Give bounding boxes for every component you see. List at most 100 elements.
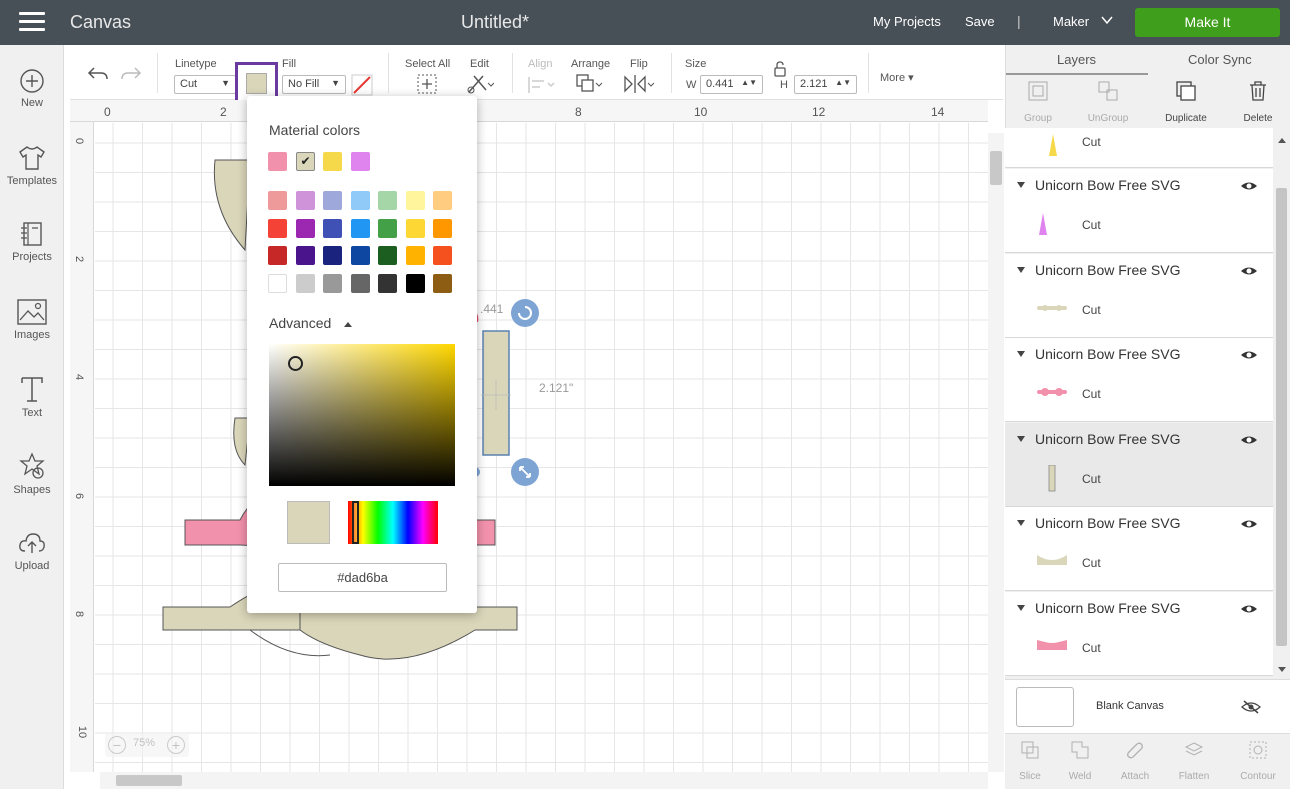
make-it-button[interactable]: Make It [1135, 8, 1280, 37]
palette-color-swatch[interactable] [323, 191, 342, 210]
palette-color-swatch[interactable] [405, 273, 425, 293]
width-input[interactable]: 0.441 ▲▼ [700, 75, 763, 94]
slice-button[interactable]: Slice [1005, 740, 1055, 782]
chevron-down-icon[interactable] [1101, 14, 1113, 26]
tab-layers[interactable]: Layers [1057, 52, 1096, 67]
palette-color-swatch[interactable] [405, 246, 425, 265]
bow-loop-shape[interactable] [213, 159, 251, 252]
eye-icon[interactable] [1240, 602, 1258, 616]
select-all-label[interactable]: Select All [405, 58, 450, 70]
palette-color-swatch[interactable] [433, 191, 452, 210]
collapse-caret-icon[interactable] [1017, 266, 1025, 273]
select-all-icon[interactable] [416, 73, 438, 95]
collapse-caret-icon[interactable] [1017, 435, 1025, 442]
align-icon[interactable] [527, 75, 555, 95]
flatten-button[interactable]: Flatten [1169, 740, 1219, 782]
palette-color-swatch[interactable] [405, 218, 425, 238]
no-fill-icon[interactable] [351, 74, 373, 96]
layer-group[interactable]: Unicorn Bow Free SVG Cut [1005, 253, 1273, 338]
zoom-out-button[interactable]: − [108, 736, 126, 754]
menu-icon[interactable] [19, 12, 45, 32]
sidebar-item-upload[interactable]: Upload [0, 529, 64, 572]
tab-color-sync[interactable]: Color Sync [1188, 52, 1252, 67]
linetype-select[interactable]: Cut ▼ [174, 75, 236, 94]
scroll-thumb[interactable] [990, 151, 1002, 185]
palette-color-swatch[interactable] [268, 246, 287, 265]
palette-color-swatch[interactable] [378, 191, 397, 210]
hue-slider-handle[interactable] [352, 501, 359, 544]
layer-item-partial[interactable]: Cut [1005, 128, 1273, 168]
palette-color-swatch[interactable] [323, 218, 342, 238]
sidebar-item-images[interactable]: Images [0, 298, 64, 341]
hue-slider[interactable] [348, 501, 438, 544]
stepper-icon[interactable]: ▲▼ [741, 78, 757, 87]
scroll-thumb[interactable] [116, 775, 182, 786]
lock-icon[interactable] [773, 61, 787, 77]
palette-color-swatch[interactable] [378, 218, 397, 238]
duplicate-button[interactable]: Duplicate [1156, 80, 1216, 124]
palette-color-swatch[interactable] [295, 246, 315, 265]
palette-color-swatch[interactable] [378, 246, 397, 265]
height-input[interactable]: 2.121 ▲▼ [794, 75, 857, 94]
save-button[interactable]: Save [965, 14, 995, 29]
eye-icon[interactable] [1240, 433, 1258, 447]
material-color-swatch[interactable] [268, 152, 287, 171]
attach-button[interactable]: Attach [1110, 740, 1160, 782]
canvas-horizontal-scrollbar[interactable] [100, 772, 988, 789]
layer-group[interactable]: Unicorn Bow Free SVG Cut [1005, 422, 1273, 507]
machine-select[interactable]: Maker [1053, 14, 1089, 29]
palette-color-swatch[interactable] [350, 218, 370, 238]
palette-color-swatch[interactable] [378, 273, 397, 293]
eye-icon[interactable] [1240, 264, 1258, 278]
scroll-down-icon[interactable] [1277, 666, 1287, 674]
palette-color-swatch[interactable] [295, 191, 315, 210]
palette-color-swatch[interactable] [295, 273, 315, 293]
delete-button[interactable]: Delete [1228, 80, 1288, 124]
palette-color-swatch[interactable] [405, 191, 425, 210]
ungroup-button[interactable]: UnGroup [1078, 80, 1138, 124]
palette-color-swatch[interactable] [323, 273, 342, 293]
arrange-icon[interactable] [575, 73, 605, 95]
edit-icon[interactable] [466, 73, 494, 95]
advanced-toggle[interactable]: Advanced [269, 315, 331, 331]
palette-color-swatch[interactable] [350, 191, 370, 210]
sidebar-item-new[interactable]: New [0, 68, 64, 109]
edit-label[interactable]: Edit [470, 58, 489, 70]
color-picker-handle[interactable] [288, 356, 303, 371]
palette-color-swatch[interactable] [268, 191, 287, 210]
scroll-up-icon[interactable] [1277, 136, 1287, 144]
palette-color-swatch[interactable] [350, 273, 370, 293]
canvas-vertical-scrollbar[interactable] [988, 133, 1004, 772]
zoom-in-button[interactable]: + [167, 736, 185, 754]
palette-color-swatch[interactable] [433, 246, 452, 265]
layer-group[interactable]: Unicorn Bow Free SVG Cut [1005, 338, 1273, 422]
eye-icon[interactable] [1240, 179, 1258, 193]
palette-color-swatch[interactable] [323, 246, 342, 265]
weld-button[interactable]: Weld [1055, 740, 1105, 782]
eye-hidden-icon[interactable] [1241, 699, 1261, 715]
stepper-icon[interactable]: ▲▼ [835, 78, 851, 87]
collapse-caret-icon[interactable] [1017, 604, 1025, 611]
material-color-swatch[interactable]: ✔ [295, 152, 315, 171]
flip-icon[interactable] [623, 73, 655, 95]
blank-canvas-row[interactable]: Blank Canvas [1005, 679, 1290, 733]
my-projects-link[interactable]: My Projects [873, 14, 941, 29]
design-canvas[interactable]: 0 2 4 6 8 10 12 14 0 2 4 6 8 10 [70, 100, 988, 772]
sidebar-item-projects[interactable]: Projects [0, 220, 64, 263]
layers-scrollbar[interactable] [1274, 128, 1290, 678]
sidebar-item-text[interactable]: Text [0, 374, 64, 419]
palette-color-swatch[interactable] [350, 246, 370, 265]
fill-select[interactable]: No Fill ▼ [282, 75, 346, 94]
group-button[interactable]: Group [1008, 80, 1068, 124]
blank-canvas-swatch[interactable] [1016, 687, 1074, 727]
collapse-caret-icon[interactable] [1017, 182, 1025, 188]
material-color-swatch[interactable] [323, 152, 342, 171]
undo-icon[interactable] [87, 65, 109, 83]
palette-color-swatch[interactable] [433, 218, 452, 238]
eye-icon[interactable] [1240, 348, 1258, 362]
collapse-caret-icon[interactable] [1017, 520, 1025, 526]
arrange-label[interactable]: Arrange [571, 58, 610, 70]
palette-color-swatch[interactable] [268, 218, 287, 238]
layer-group[interactable]: Unicorn Bow Free SVG Cut [1005, 591, 1273, 676]
layer-group[interactable]: Unicorn Bow Free SVG Cut [1005, 169, 1273, 253]
